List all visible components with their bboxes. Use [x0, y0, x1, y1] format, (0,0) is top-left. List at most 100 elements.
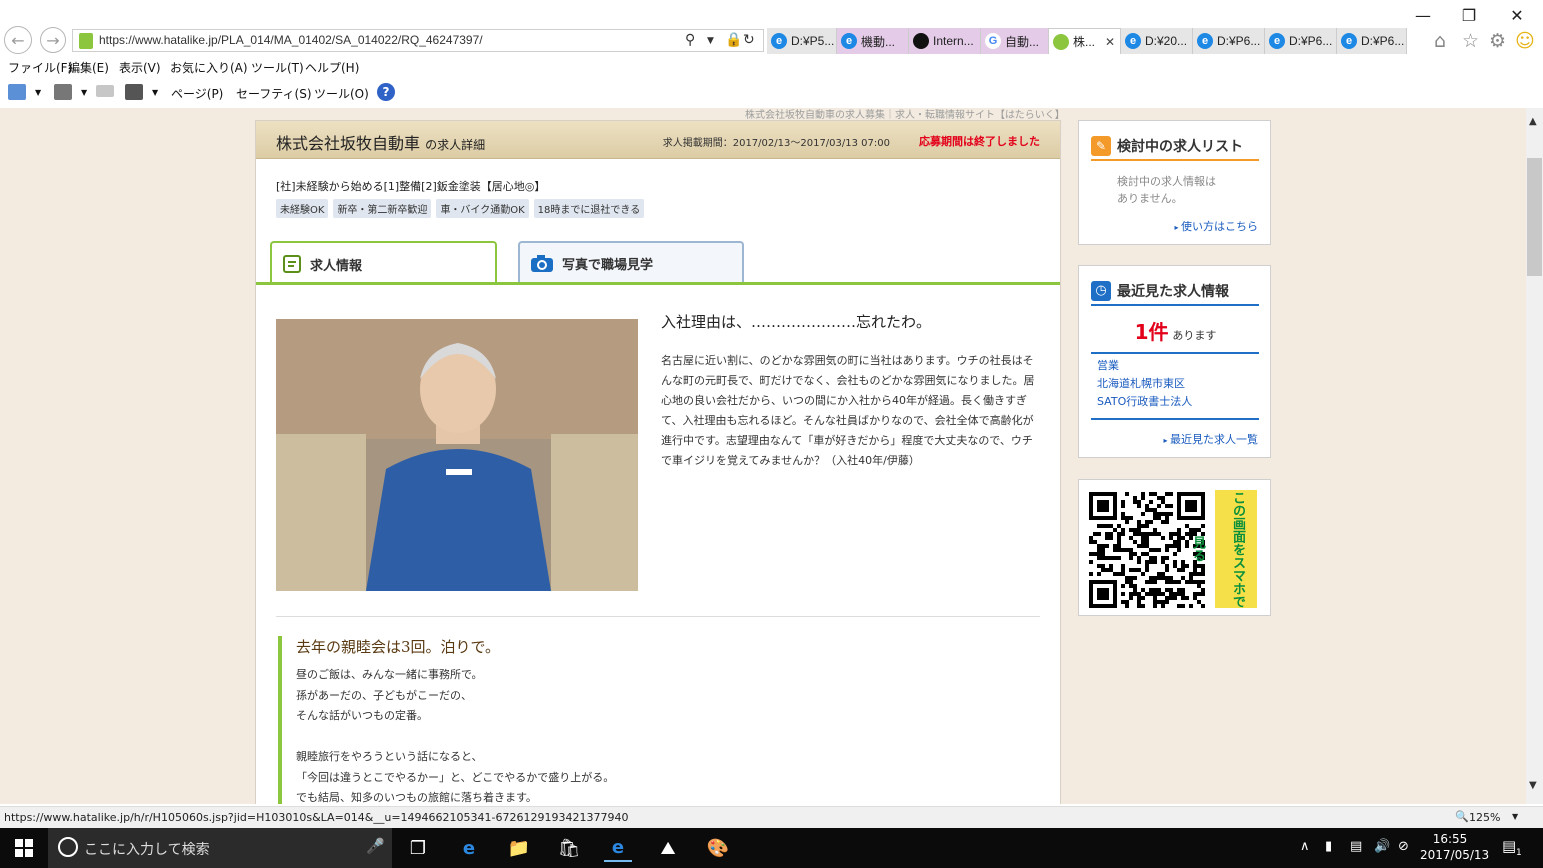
tag: 18時までに退社できる — [533, 199, 645, 218]
section2-line: 孫があーだの、子どもがこーだの、 — [296, 688, 472, 702]
battery-icon[interactable]: ▮ — [1325, 839, 1332, 854]
refresh-icon[interactable]: ↻ — [743, 32, 755, 48]
notification-icon[interactable]: ▤ — [1502, 837, 1516, 855]
menu-favorites[interactable]: お気に入り(A) — [170, 59, 248, 76]
scroll-down-icon[interactable]: ▼ — [1529, 780, 1537, 791]
favorites-star-icon[interactable]: ☆ — [1462, 30, 1479, 52]
forward-button[interactable]: → — [40, 27, 66, 53]
status-url: https://www.hatalike.jp/h/r/H105060s.jsp… — [4, 811, 629, 824]
menu-help[interactable]: ヘルプ(H) — [305, 59, 359, 76]
restore-button[interactable]: ❐ — [1446, 0, 1492, 30]
photo-illustration — [276, 319, 638, 591]
minimize-button[interactable]: — — [1400, 0, 1446, 30]
ie-favicon-icon: e — [1269, 33, 1285, 49]
section2-line: でも結局、知多のいつもの旅館に落ち着きます。 — [296, 791, 537, 804]
clock[interactable]: 16:55 2017/05/13 — [1420, 831, 1489, 863]
company-name: 株式会社坂牧自動車 の求人詳細 — [276, 134, 486, 153]
tab-job-info-label: 求人情報 — [310, 258, 363, 274]
site-favicon — [79, 33, 93, 49]
tag: 車・バイク通勤OK — [436, 199, 529, 218]
address-bar[interactable]: https://www.hatalike.jp/PLA_014/MA_01402… — [72, 29, 764, 52]
recent-list-link[interactable]: ▸ 最近見た求人一覧 — [1163, 431, 1258, 447]
tab-job-info[interactable]: 求人情報 — [270, 241, 497, 285]
command-bar: ▼ ▼ ▼ ページ(P) セーフティ(S) ツール(O) ? — [0, 80, 700, 106]
no-connection-icon[interactable]: ⊘ — [1398, 839, 1409, 854]
scroll-thumb[interactable] — [1527, 158, 1542, 276]
job-title: [社]未経験から始める[1]整備[2]鈑金塗装【居心地◎】 — [276, 180, 546, 193]
task-view-icon[interactable]: ❐ — [404, 834, 432, 862]
vertical-scrollbar[interactable]: ▲ ▼ — [1526, 108, 1543, 804]
browser-tab[interactable]: e D:¥P6... — [1265, 28, 1337, 54]
recent-job-item[interactable]: 営業 北海道札幌市東区 SATO行政書士法人 — [1091, 352, 1259, 420]
browser-tab[interactable]: 株... ✕ — [1049, 28, 1121, 54]
ie-favicon-icon: e — [771, 33, 787, 49]
tab-photo-tour-label: 写真で職場見学 — [562, 257, 654, 273]
section2-heading: 去年の親睦会は3回。泊りで。 — [296, 638, 500, 656]
smiley-icon[interactable]: ☺ — [1515, 30, 1535, 52]
zoom-dropdown-icon[interactable]: ▼ — [1512, 812, 1518, 821]
browser-tab[interactable]: e D:¥P6... — [1193, 28, 1265, 54]
safety-menu[interactable]: セーフティ(S) — [236, 85, 312, 102]
url-text[interactable]: https://www.hatalike.jp/PLA_014/MA_01402… — [99, 33, 483, 47]
internet-explorer-icon[interactable]: e — [604, 834, 632, 862]
back-button[interactable]: ← — [4, 26, 32, 54]
page-menu[interactable]: ページ(P) — [171, 85, 223, 102]
settings-gear-icon[interactable]: ⚙ — [1489, 30, 1506, 52]
mail-icon[interactable] — [96, 85, 114, 97]
feeds-dropdown-icon[interactable]: ▼ — [81, 88, 87, 97]
browser-tab-label: D:¥P6... — [1217, 34, 1261, 48]
browser-tab[interactable]: e 機動... — [837, 28, 909, 54]
section2-line — [296, 727, 614, 748]
browser-tab-label: D:¥P6... — [1361, 34, 1405, 48]
search-icon[interactable]: ⚲ — [685, 32, 695, 48]
menu-file[interactable]: ファイル(F) — [8, 59, 72, 76]
home-page-icon[interactable] — [8, 84, 26, 100]
browser-tab[interactable]: Intern... — [909, 28, 981, 54]
zoom-icon[interactable]: 🔍 — [1455, 810, 1469, 823]
title-bar: 株式会社坂牧自動車 の求人詳細 求人掲載期間：2017/02/13～2017/0… — [256, 121, 1060, 159]
section2-line: 親睦旅行をやろうという話になると、 — [296, 750, 483, 763]
home-dropdown-icon[interactable]: ▼ — [35, 88, 41, 97]
edge-icon[interactable]: e — [455, 834, 483, 862]
recent-job-company[interactable]: SATO行政書士法人 — [1097, 393, 1253, 411]
divider — [276, 616, 1040, 617]
windows-start-icon[interactable] — [10, 834, 38, 862]
tab-photo-tour[interactable]: 写真で職場見学 — [518, 241, 744, 283]
dropdown-icon[interactable]: ▼ — [707, 36, 714, 46]
tools-menu[interactable]: ツール(O) — [314, 85, 369, 102]
volume-icon[interactable]: 🔊 — [1374, 839, 1390, 854]
photos-icon[interactable]: ⛰ — [654, 834, 682, 862]
close-window-button[interactable]: ✕ — [1494, 0, 1540, 30]
feeds-icon[interactable] — [54, 84, 72, 100]
home-icon[interactable]: ⌂ — [1434, 30, 1446, 52]
scroll-up-icon[interactable]: ▲ — [1529, 116, 1537, 127]
search-box[interactable]: ここに入力して検索 🎤 — [48, 828, 392, 868]
tray-chevron-icon[interactable]: ∧ — [1300, 839, 1310, 854]
posting-period: 求人掲載期間：2017/02/13～2017/03/13 07:00 — [662, 138, 890, 149]
browser-tab[interactable]: e D:¥P6... — [1337, 28, 1407, 54]
browser-tab[interactable]: e D:¥P5... — [767, 28, 837, 54]
menu-edit[interactable]: 編集(E) — [68, 59, 109, 76]
store-icon[interactable]: 🛍 — [555, 834, 583, 862]
menu-view[interactable]: 表示(V) — [119, 59, 161, 76]
file-explorer-icon[interactable]: 📁 — [505, 834, 533, 862]
network-icon[interactable]: ▤ — [1350, 839, 1362, 854]
print-icon[interactable] — [125, 84, 143, 100]
recent-job-location[interactable]: 北海道札幌市東区 — [1097, 375, 1253, 393]
browser-tab[interactable]: G 自動... — [981, 28, 1049, 54]
paint-icon[interactable]: 🎨 — [704, 834, 732, 862]
cortana-icon — [58, 837, 78, 857]
section2-line: 「今回は違うとこでやるかー」と、どこでやるかで盛り上がる。 — [296, 770, 615, 784]
browser-tab[interactable]: e D:¥20... — [1121, 28, 1193, 54]
microphone-icon[interactable]: 🎤 — [366, 837, 385, 855]
help-icon[interactable]: ? — [377, 83, 395, 101]
section2: 去年の親睦会は3回。泊りで。 昼のご飯は、みんな一緒に事務所で。 孫があーだの、… — [278, 636, 614, 804]
taskbar: ここに入力して検索 🎤 ❐ e 📁 🛍 e ⛰ 🎨 ∧ ▮ ▤ 🔊 ⊘ 16:5… — [0, 828, 1543, 868]
lock-icon[interactable]: 🔒 — [725, 32, 742, 48]
print-dropdown-icon[interactable]: ▼ — [152, 88, 158, 97]
close-tab-icon[interactable]: ✕ — [1105, 35, 1115, 49]
menu-tools[interactable]: ツール(T) — [251, 59, 304, 76]
how-to-use-link[interactable]: ▸ 使い方はこちら — [1174, 218, 1258, 234]
zoom-level[interactable]: 125% — [1469, 811, 1500, 824]
recent-job-title[interactable]: 営業 — [1097, 357, 1253, 375]
